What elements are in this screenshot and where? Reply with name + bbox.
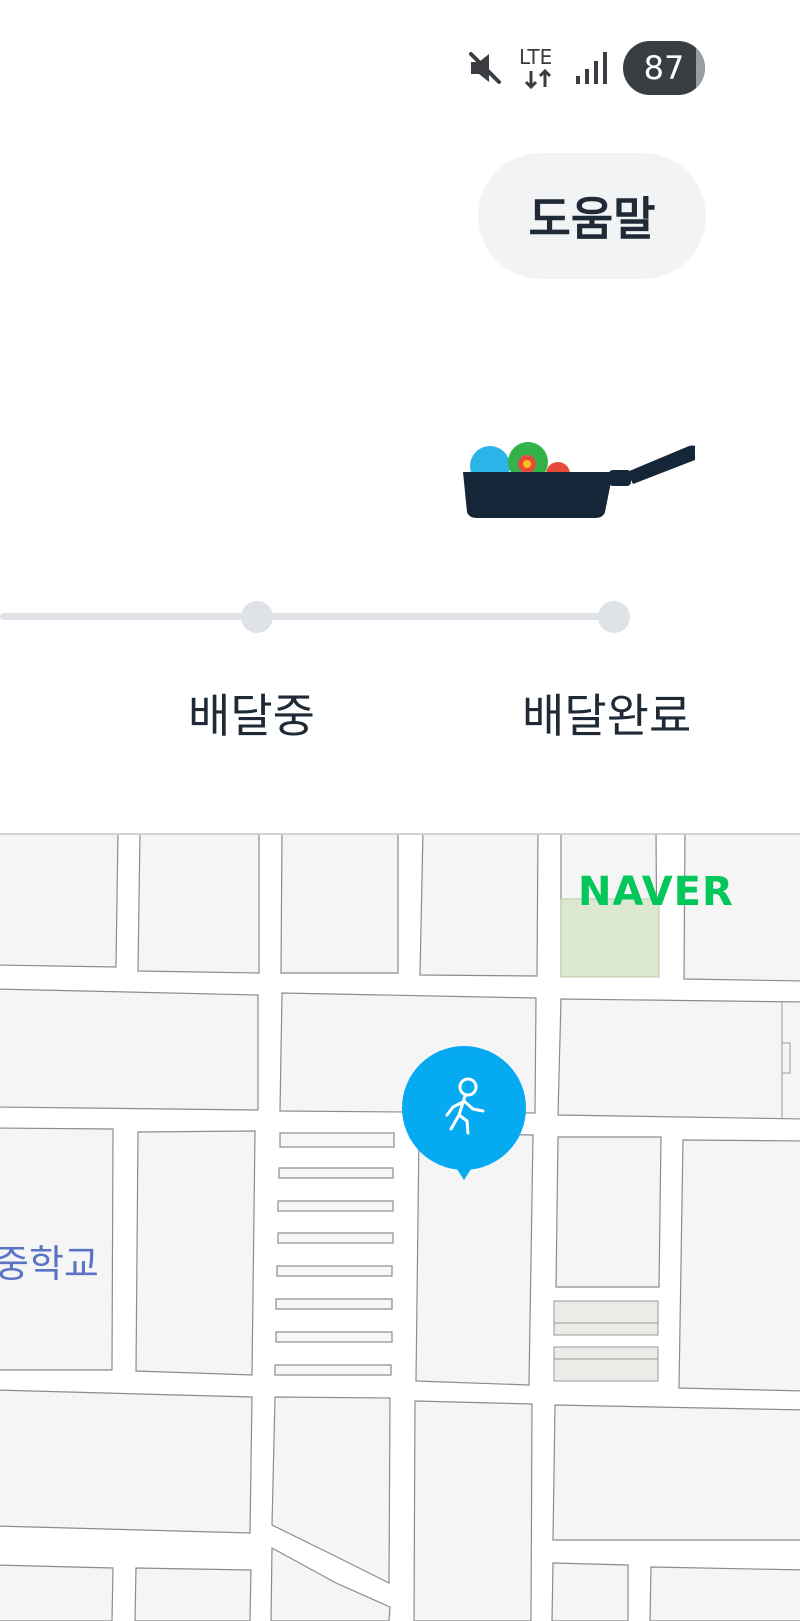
battery-level: 87 bbox=[643, 49, 685, 87]
network-indicator: LTE bbox=[519, 45, 561, 91]
map-blocks bbox=[0, 835, 800, 1621]
naver-logo: NAVER bbox=[578, 869, 734, 915]
progress-track bbox=[0, 613, 628, 620]
status-bar: LTE 87 bbox=[465, 40, 705, 96]
signal-icon bbox=[575, 50, 609, 86]
step-label-delivering: 배달중 bbox=[188, 689, 315, 743]
rider-location-marker[interactable] bbox=[401, 1045, 527, 1189]
mute-icon bbox=[465, 48, 505, 88]
delivery-map[interactable]: NAVER 중학교 bbox=[0, 833, 800, 1621]
help-button[interactable]: 도움말 bbox=[478, 153, 706, 279]
step-label-delivered: 배달완료 bbox=[522, 689, 692, 743]
walking-person-icon bbox=[402, 1046, 526, 1180]
network-type-label: LTE bbox=[519, 45, 553, 69]
battery-indicator: 87 bbox=[623, 41, 705, 95]
frying-pan-icon bbox=[455, 430, 700, 524]
map-place-label: 중학교 bbox=[0, 1242, 99, 1286]
progress-step-dot-delivering bbox=[241, 601, 273, 633]
progress-step-dot-delivered bbox=[598, 601, 630, 633]
data-arrows-icon bbox=[524, 69, 552, 89]
